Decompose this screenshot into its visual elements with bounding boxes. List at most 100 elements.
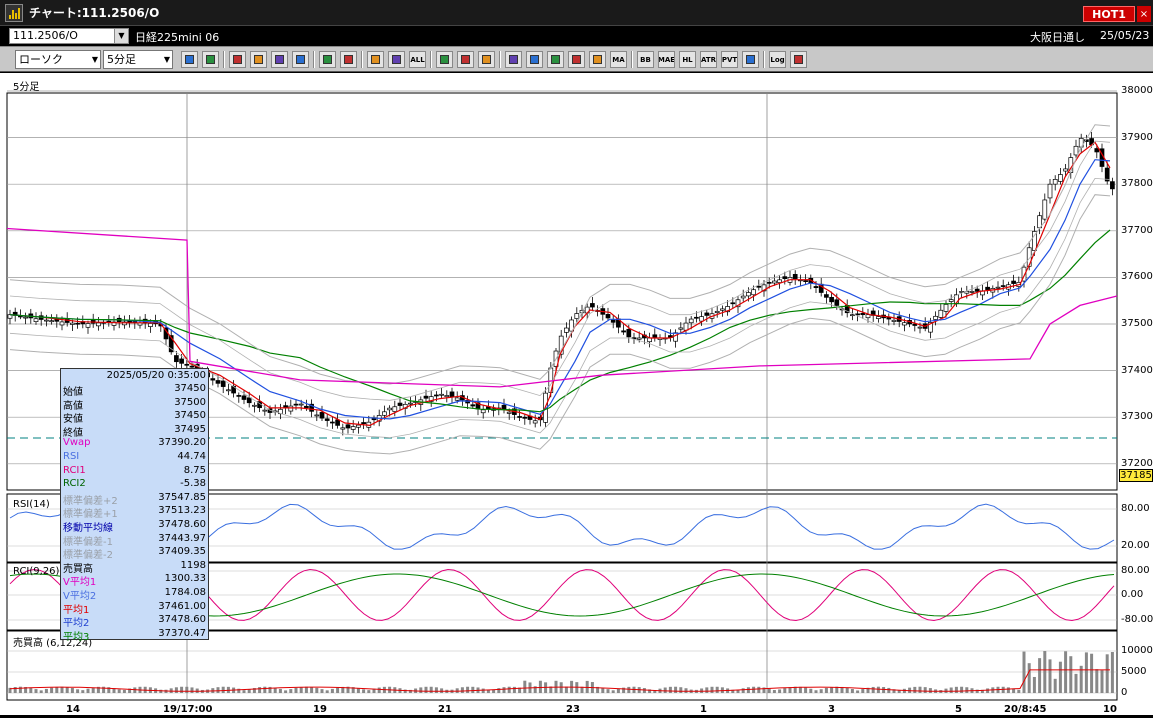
volume-bar <box>611 690 615 693</box>
zoom-icon[interactable] <box>526 51 543 68</box>
candle-body <box>891 319 897 322</box>
pvt-icon[interactable]: PVT <box>721 51 738 68</box>
volume-bar <box>1095 669 1099 693</box>
close-icon[interactable]: × <box>1137 6 1151 22</box>
volume-pane-axis-label: 0 <box>1121 687 1128 698</box>
price-axis-label: 37500 <box>1121 318 1153 329</box>
candle-body <box>371 418 377 421</box>
candle-body <box>917 326 923 329</box>
info-row-value: 37495 <box>174 423 206 435</box>
volume-bar <box>856 690 860 693</box>
lock-icon[interactable] <box>589 51 606 68</box>
bars-a-icon[interactable] <box>547 51 564 68</box>
volume-bar <box>55 686 59 693</box>
volume-bar <box>523 680 527 693</box>
time-axis-label: 14 <box>66 704 80 715</box>
price-axis-label: 37600 <box>1121 271 1153 283</box>
candle-body <box>626 328 632 338</box>
page-icon[interactable] <box>319 51 336 68</box>
window-titlebar: チャート:111.2506/O HOT1 × <box>0 0 1153 26</box>
bb-icon[interactable]: BB <box>637 51 654 68</box>
redo-icon[interactable] <box>292 51 309 68</box>
volume-bar <box>263 686 267 693</box>
timeframe-select[interactable]: 5分足 ▼ <box>103 50 173 69</box>
palette-icon[interactable] <box>478 51 495 68</box>
all-icon[interactable]: ALL <box>409 51 426 68</box>
hl-icon[interactable]: HL <box>679 51 696 68</box>
volume-bar <box>741 688 745 693</box>
chart-type-select[interactable]: ローソク ▼ <box>15 50 101 69</box>
volume-bar <box>50 687 54 693</box>
volume-bar <box>325 690 329 693</box>
trash-icon[interactable] <box>340 51 357 68</box>
info-row: RSI 44.74 <box>63 451 206 463</box>
volume-bar <box>362 689 366 693</box>
candle-body <box>714 310 720 313</box>
candle-body <box>876 316 881 319</box>
gear-icon[interactable] <box>436 51 453 68</box>
candle-a-icon[interactable] <box>367 51 384 68</box>
search-icon[interactable] <box>181 51 198 68</box>
price-axis-label: 37400 <box>1121 364 1153 376</box>
candle-body <box>694 316 699 319</box>
candle-body <box>740 295 746 299</box>
info-row-value: 37450 <box>174 383 206 394</box>
screen-icon[interactable] <box>790 51 807 68</box>
volume-bar <box>601 687 605 693</box>
candle-body <box>688 318 694 324</box>
bars-b-icon[interactable] <box>568 51 585 68</box>
hot-button[interactable]: HOT1 <box>1083 6 1135 22</box>
chevron-down-icon[interactable]: ▼ <box>114 29 128 43</box>
candle-body <box>288 405 294 412</box>
pen-icon[interactable] <box>229 51 246 68</box>
candle-body <box>480 409 486 414</box>
candle-body <box>454 397 460 401</box>
volume-bar <box>502 687 506 693</box>
box-icon[interactable] <box>742 51 759 68</box>
candle-b-icon[interactable] <box>388 51 405 68</box>
ma-icon[interactable]: MA <box>610 51 627 68</box>
volume-bar <box>1074 673 1078 693</box>
log-icon[interactable]: Log <box>769 51 786 68</box>
volume-pane-axis-label: 5000 <box>1121 666 1147 677</box>
window-icon[interactable] <box>202 51 219 68</box>
volume-bar <box>757 686 761 693</box>
flag-icon[interactable] <box>505 51 522 68</box>
cursor-icon[interactable] <box>271 51 288 68</box>
candle-body <box>215 380 221 384</box>
time-axis-label: 19/17:00 <box>163 704 213 715</box>
info-row-value: 37478.60 <box>158 614 206 626</box>
info-row-value: 1300.33 <box>164 573 206 585</box>
volume-bar <box>1032 676 1036 693</box>
volume-bar <box>29 687 33 693</box>
time-axis-label: 23 <box>566 704 580 715</box>
symbol-code-input[interactable]: 111.2506/O ▼ <box>9 28 129 44</box>
candle-body <box>751 289 756 296</box>
info-row-label: RSI <box>63 451 80 462</box>
candle-body <box>179 358 184 364</box>
volume-bar <box>258 687 262 693</box>
time-axis-label: 21 <box>438 704 452 715</box>
candle-body <box>345 424 351 429</box>
candle-body <box>470 404 476 407</box>
candle-body <box>850 314 855 317</box>
volume-bar <box>684 688 688 693</box>
link-icon[interactable] <box>250 51 267 68</box>
volume-bar <box>440 688 444 693</box>
current-date: 25/05/23 <box>1100 29 1150 42</box>
candle-body <box>517 416 522 418</box>
volume-bar <box>91 687 95 693</box>
wrench-icon[interactable] <box>457 51 474 68</box>
candle-body <box>834 299 840 306</box>
mae-icon[interactable]: MAE <box>658 51 675 68</box>
atr-icon[interactable]: ATR <box>700 51 717 68</box>
volume-bar <box>34 689 38 693</box>
toolbar-separator <box>430 51 432 68</box>
volume-bar <box>918 686 922 693</box>
candle-body <box>673 332 678 342</box>
candle-body <box>293 403 299 406</box>
volume-bar <box>377 687 381 693</box>
candle-body <box>33 318 39 322</box>
candle-body <box>683 322 689 331</box>
volume-bar <box>60 686 64 693</box>
